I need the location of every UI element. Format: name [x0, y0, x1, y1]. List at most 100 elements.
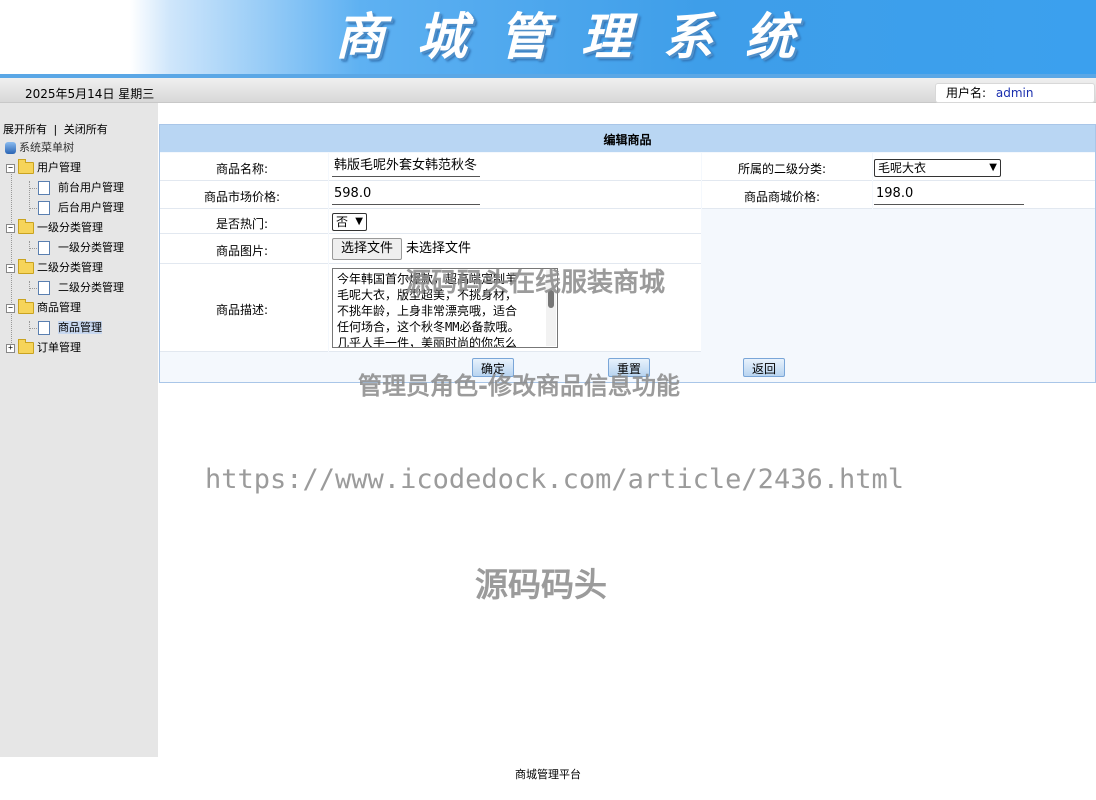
watermark-line2: 管理员角色-修改商品信息功能 [358, 372, 680, 400]
shop-price-input[interactable]: 198.0 [874, 184, 1024, 205]
user-box: 用户名: admin [935, 83, 1095, 103]
chevron-down-icon: ▼ [989, 162, 997, 173]
row-category-label-cell: 所属的二级分类: [702, 153, 872, 181]
collapse-icon[interactable]: − [6, 263, 15, 273]
row-name-label-cell: 商品名称: [160, 153, 328, 181]
user-name: admin [995, 86, 1034, 100]
footer: 商城管理平台 [0, 757, 1096, 800]
tree-item-category2[interactable]: 二级分类管理 [38, 279, 124, 297]
tree-connector [29, 241, 30, 251]
current-date: 2025年5月14日 星期三 [25, 87, 155, 101]
tree-group-label: 订单管理 [37, 341, 81, 354]
row-desc-label-cell: 商品描述: [160, 264, 328, 352]
file-status: 未选择文件 [406, 241, 472, 256]
tree-group-label: 商品管理 [37, 301, 81, 314]
collapse-icon[interactable]: − [6, 163, 15, 173]
tree-item-product[interactable]: 商品管理 [38, 319, 102, 337]
tree-item-label: 一级分类管理 [58, 241, 124, 254]
row-market-label-cell: 商品市场价格: [160, 181, 328, 209]
row-market-value-cell: 598.0 [329, 181, 701, 209]
tree-connector [11, 165, 12, 349]
page-icon [38, 181, 50, 195]
panel-title: 编辑商品 [160, 125, 1095, 152]
collapse-icon[interactable]: − [6, 303, 15, 313]
folder-closed-icon [18, 339, 34, 354]
row-name-value-cell: 韩版毛呢外套女韩范秋冬 [329, 153, 701, 181]
tree-connector [29, 321, 30, 331]
tree-group-label: 二级分类管理 [37, 261, 103, 274]
tree-group-user[interactable]: − 用户管理 [6, 159, 81, 177]
page-icon [38, 281, 50, 295]
choose-file-button[interactable]: 选择文件 [332, 238, 402, 260]
row-image-label-cell: 商品图片: [160, 234, 328, 264]
category-select[interactable]: 毛呢大衣 ▼ [874, 159, 1001, 177]
tree-controls: 展开所有 | 关闭所有 [3, 121, 108, 137]
tree-connector [29, 181, 30, 211]
tree-group-category1[interactable]: − 一级分类管理 [6, 219, 103, 237]
watermark-line4: 源码码头 [475, 565, 607, 604]
tree-item-label: 前台用户管理 [58, 181, 124, 194]
tree-group-label: 用户管理 [37, 161, 81, 174]
page-icon [38, 321, 50, 335]
row-hot-value-cell: 否 ▼ [329, 209, 701, 234]
sidebar: 展开所有 | 关闭所有 系统菜单树 − 用户管理 前台用户管理 后台用户管理 − 一… [0, 103, 158, 757]
tree-connector [29, 208, 37, 209]
chevron-down-icon: ▼ [355, 216, 363, 227]
tree-connector [29, 281, 30, 291]
folder-open-icon [18, 159, 34, 174]
watermark-line1: 源码码头在线服装商城 [405, 268, 666, 298]
tree-item-front-user[interactable]: 前台用户管理 [38, 179, 124, 197]
page-icon [38, 201, 50, 215]
tree-connector [29, 248, 37, 249]
edit-product-panel: 编辑商品 商品名称: 韩版毛呢外套女韩范秋冬 所属的二级分类: 毛呢大衣 ▼ 商… [159, 124, 1096, 383]
row-shop-value-cell: 198.0 [873, 181, 1095, 209]
user-label: 用户名: [946, 86, 987, 100]
tree-connector [29, 328, 37, 329]
collapse-all-link[interactable]: 关闭所有 [64, 123, 108, 136]
back-button[interactable]: 返回 [743, 358, 785, 377]
shop-price-label: 商品商城价格: [744, 190, 821, 204]
tree-item-label: 二级分类管理 [58, 281, 124, 294]
tree-item-label: 后台用户管理 [58, 201, 124, 214]
hot-select[interactable]: 否 ▼ [332, 213, 367, 231]
folder-open-icon [18, 219, 34, 234]
tree-item-admin-user[interactable]: 后台用户管理 [38, 199, 124, 217]
row-image-value-cell: 选择文件 未选择文件 [329, 234, 701, 264]
desc-label: 商品描述: [216, 303, 269, 317]
tree-group-product[interactable]: − 商品管理 [6, 299, 81, 317]
category-selected: 毛呢大衣 [878, 161, 927, 175]
row-category-value-cell: 毛呢大衣 ▼ [873, 153, 1095, 181]
market-price-input[interactable]: 598.0 [332, 184, 480, 205]
tree-group-order[interactable]: + 订单管理 [6, 339, 81, 357]
info-bar: 2025年5月14日 星期三 用户名: admin [0, 78, 1096, 103]
desc-line: 任何场合，这个秋冬MM必备款哦。 [337, 320, 520, 334]
tree-root-label: 系统菜单树 [19, 141, 74, 154]
tree-item-category1[interactable]: 一级分类管理 [38, 239, 124, 257]
tree-connector [29, 188, 37, 189]
header-banner: 商城管理系统 [0, 0, 1096, 78]
tree-group-category2[interactable]: − 二级分类管理 [6, 259, 103, 277]
folder-open-icon [18, 259, 34, 274]
collapse-icon[interactable]: − [6, 223, 15, 233]
image-label: 商品图片: [216, 244, 269, 258]
system-title: 商城管理系统 [335, 7, 827, 66]
tree-root[interactable]: 系统菜单树 [5, 139, 74, 157]
watermark-url: https://www.icodedock.com/article/2436.h… [205, 464, 904, 495]
page-icon [38, 241, 50, 255]
hot-selected: 否 [336, 215, 349, 229]
hot-label: 是否热门: [216, 217, 269, 231]
name-label: 商品名称: [216, 162, 269, 176]
tree-group-label: 一级分类管理 [37, 221, 103, 234]
category-label: 所属的二级分类: [738, 162, 827, 176]
row-hot-label-cell: 是否热门: [160, 209, 328, 234]
tree-item-label: 商品管理 [58, 321, 102, 334]
desc-line: 不挑年龄，上身非常漂亮哦，适合 [337, 304, 518, 318]
product-name-input[interactable]: 韩版毛呢外套女韩范秋冬 [332, 156, 480, 177]
folder-open-icon [18, 299, 34, 314]
row-shop-label-cell: 商品商城价格: [702, 181, 872, 209]
footer-text: 商城管理平台 [515, 768, 581, 781]
tree-connector [29, 288, 37, 289]
desc-line: 几乎人手一件，美丽时尚的你怎么 [337, 336, 518, 348]
expand-icon[interactable]: + [6, 343, 15, 353]
expand-all-link[interactable]: 展开所有 [3, 123, 47, 136]
